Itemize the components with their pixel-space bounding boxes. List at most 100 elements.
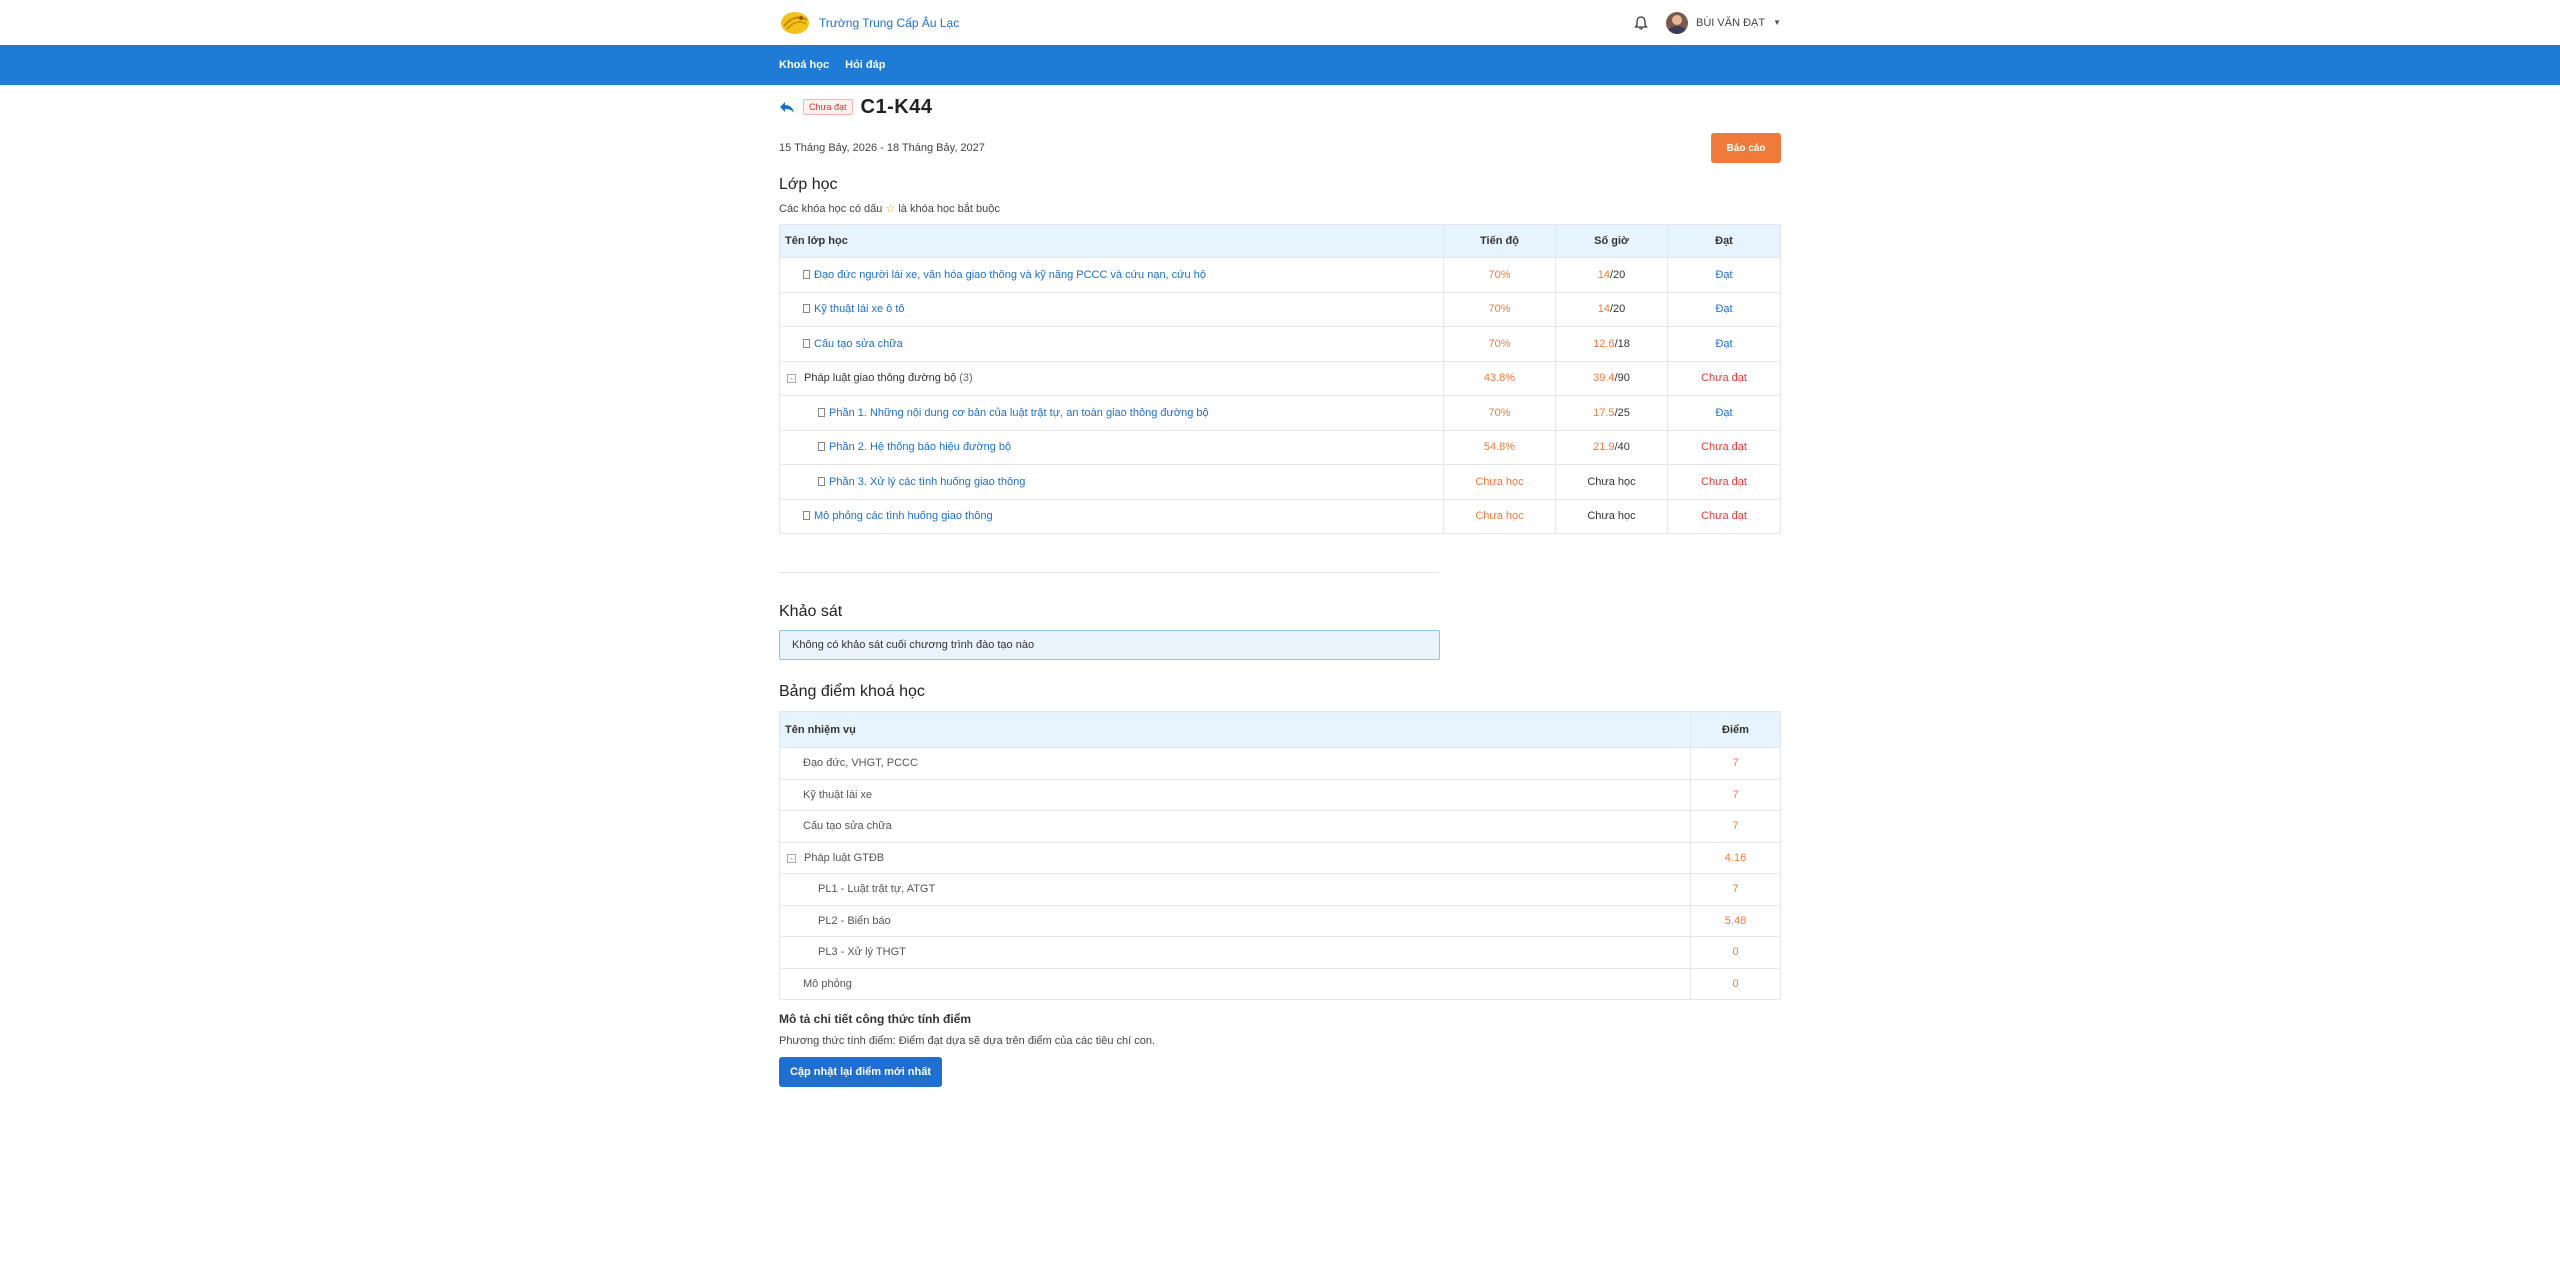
table-row: Phần 1. Những nội dung cơ bản của luật t… bbox=[779, 395, 1781, 431]
hours-cell: 21.9/40 bbox=[1555, 429, 1668, 465]
class-link[interactable]: Kỹ thuật lái xe ô tô bbox=[814, 303, 905, 315]
hours-done: 14 bbox=[1597, 268, 1610, 281]
task-group-cell: - Pháp luật GTĐB bbox=[779, 841, 1691, 874]
hours-cell: 17.5/25 bbox=[1555, 395, 1668, 431]
caret-down-icon: ▼ bbox=[1773, 18, 1781, 27]
user-menu[interactable]: BÙI VĂN ĐẠT ▼ bbox=[1666, 11, 1781, 34]
nav-courses[interactable]: Khoá học bbox=[779, 59, 829, 71]
school-logo-icon bbox=[781, 11, 809, 34]
required-note: Các khóa học có dấu ☆ là khóa học bắt bu… bbox=[779, 202, 1781, 215]
nav-qa[interactable]: Hỏi đáp bbox=[845, 59, 885, 71]
class-link[interactable]: Đạo đức người lái xe, văn hóa giao thông… bbox=[814, 269, 1206, 281]
task-score: 7 bbox=[1690, 873, 1781, 906]
task-score: 4.16 bbox=[1690, 841, 1781, 874]
hours-done: 39.4 bbox=[1593, 372, 1615, 385]
pass-cell: Đạt bbox=[1667, 257, 1781, 293]
back-arrow-icon[interactable] bbox=[779, 100, 795, 114]
table-row: Đạo đức, VHGT, PCCC 7 bbox=[779, 747, 1781, 780]
survey-alert: Không có khảo sát cuối chương trình đào … bbox=[779, 630, 1440, 660]
hours-total: /18 bbox=[1614, 337, 1630, 350]
date-range: 15 Tháng Bảy, 2026 - 18 Tháng Bảy, 2027 bbox=[779, 142, 985, 154]
class-group-cell: - Pháp luật giao thông đường bộ (3) bbox=[779, 360, 1444, 396]
pass-cell: Đạt bbox=[1667, 395, 1781, 431]
classes-table: Tên lớp học Tiến độ Số giờ Đạt Đạo đức n… bbox=[779, 224, 1781, 534]
table-row: PL1 - Luật trật tự, ATGT 7 bbox=[779, 873, 1781, 906]
col-hours: Số giờ bbox=[1555, 224, 1668, 258]
document-icon bbox=[803, 511, 810, 521]
document-icon bbox=[818, 476, 825, 486]
group-label: Pháp luật giao thông đường bộ bbox=[804, 372, 957, 385]
update-scores-button[interactable]: Cập nhật lại điểm mới nhất bbox=[779, 1057, 942, 1087]
col-pass: Đạt bbox=[1667, 224, 1781, 258]
table-row: PL2 - Biển báo 5.48 bbox=[779, 904, 1781, 937]
hours-cell: 14/20 bbox=[1555, 291, 1668, 327]
class-link[interactable]: Phần 1. Những nội dung cơ bản của luật t… bbox=[829, 407, 1209, 419]
table-row: Phần 2. Hệ thống báo hiệu đường bộ 54.8%… bbox=[779, 429, 1781, 465]
class-link[interactable]: Phần 2. Hệ thống báo hiệu đường bộ bbox=[829, 441, 1011, 453]
formula-description: Phương thức tính điểm: Điểm đạt dựa sẽ d… bbox=[779, 1035, 1156, 1047]
task-name: PL1 - Luật trật tự, ATGT bbox=[779, 873, 1691, 906]
classes-header-row: Tên lớp học Tiến độ Số giờ Đạt bbox=[779, 224, 1781, 258]
progress-cell: Chưa học bbox=[1443, 498, 1556, 534]
scores-table: Tên nhiệm vụ Điểm Đạo đức, VHGT, PCCC 7 … bbox=[779, 711, 1781, 1000]
status-badge: Chưa đạt bbox=[803, 99, 853, 115]
document-icon bbox=[803, 338, 810, 348]
survey-title: Khảo sát bbox=[779, 603, 843, 620]
formula-title: Mô tả chi tiết công thức tính điểm bbox=[779, 1012, 972, 1026]
task-score: 7 bbox=[1690, 778, 1781, 811]
report-button[interactable]: Báo cáo bbox=[1711, 133, 1781, 163]
main-nav: Khoá học Hỏi đáp bbox=[0, 45, 2560, 85]
class-link[interactable]: Mô phỏng các tình huống giao thông bbox=[814, 510, 993, 522]
course-title-row: Chưa đạt C1-K44 bbox=[779, 96, 1781, 118]
table-row: Phần 3. Xử lý các tình huống giao thông … bbox=[779, 464, 1781, 500]
bell-icon[interactable] bbox=[1634, 15, 1648, 30]
pass-cell: Chưa đạt bbox=[1667, 464, 1781, 500]
progress-cell: 70% bbox=[1443, 291, 1556, 327]
table-row: Cấu tạo sửa chữa 70% 12.6/18 Đạt bbox=[779, 326, 1781, 362]
table-row: Đạo đức người lái xe, văn hóa giao thông… bbox=[779, 257, 1781, 293]
table-row: Mô phỏng 0 bbox=[779, 967, 1781, 1000]
class-link[interactable]: Cấu tạo sửa chữa bbox=[814, 338, 903, 350]
progress-cell: 70% bbox=[1443, 326, 1556, 362]
section-divider bbox=[779, 572, 1439, 573]
hours-total: /25 bbox=[1614, 406, 1630, 419]
collapse-toggle-icon[interactable]: - bbox=[787, 374, 796, 384]
pass-cell: Chưa đạt bbox=[1667, 498, 1781, 534]
progress-cell: 70% bbox=[1443, 257, 1556, 293]
class-name-cell: Phần 3. Xử lý các tình huống giao thông bbox=[779, 464, 1444, 500]
collapse-toggle-icon[interactable]: - bbox=[787, 853, 796, 863]
table-row: PL3 - Xử lý THGT 0 bbox=[779, 936, 1781, 969]
scores-title: Bảng điểm khoá học bbox=[779, 683, 925, 700]
class-link[interactable]: Phần 3. Xử lý các tình huống giao thông bbox=[829, 476, 1025, 488]
table-row: Cấu tạo sửa chữa 7 bbox=[779, 810, 1781, 843]
table-row: Mô phỏng các tình huống giao thông Chưa … bbox=[779, 498, 1781, 534]
group-count: (3) bbox=[959, 372, 973, 385]
hours-done: 12.6 bbox=[1593, 337, 1615, 350]
pass-cell: Chưa đạt bbox=[1667, 429, 1781, 465]
task-name: Đạo đức, VHGT, PCCC bbox=[779, 747, 1691, 780]
task-name: PL3 - Xử lý THGT bbox=[779, 936, 1691, 969]
class-name-cell: Đạo đức người lái xe, văn hóa giao thông… bbox=[779, 257, 1444, 293]
task-score: 7 bbox=[1690, 810, 1781, 843]
hours-cell: Chưa học bbox=[1555, 498, 1668, 534]
hours-total: /90 bbox=[1614, 372, 1630, 385]
hours-cell: Chưa học bbox=[1555, 464, 1668, 500]
brand[interactable]: Trường Trung Cấp Âu Lạc bbox=[779, 8, 959, 38]
progress-cell: 54.8% bbox=[1443, 429, 1556, 465]
hours-cell: 12.6/18 bbox=[1555, 326, 1668, 362]
pass-cell: Đạt bbox=[1667, 291, 1781, 327]
school-name: Trường Trung Cấp Âu Lạc bbox=[819, 15, 960, 30]
class-name-cell: Mô phỏng các tình huống giao thông bbox=[779, 498, 1444, 534]
scores-header-row: Tên nhiệm vụ Điểm bbox=[779, 711, 1781, 748]
hours-done: 14 bbox=[1597, 303, 1610, 316]
task-name: Cấu tạo sửa chữa bbox=[779, 810, 1691, 843]
note-after: là khóa học bắt buộc bbox=[898, 203, 1000, 215]
avatar bbox=[1666, 11, 1688, 34]
pass-cell: Chưa đạt bbox=[1667, 360, 1781, 396]
task-name: Mô phỏng bbox=[779, 967, 1691, 1000]
class-name-cell: Kỹ thuật lái xe ô tô bbox=[779, 291, 1444, 327]
document-icon bbox=[803, 304, 810, 314]
col-task-name: Tên nhiệm vụ bbox=[779, 711, 1691, 748]
table-row: Kỹ thuật lái xe 7 bbox=[779, 778, 1781, 811]
col-progress: Tiến độ bbox=[1443, 224, 1556, 258]
